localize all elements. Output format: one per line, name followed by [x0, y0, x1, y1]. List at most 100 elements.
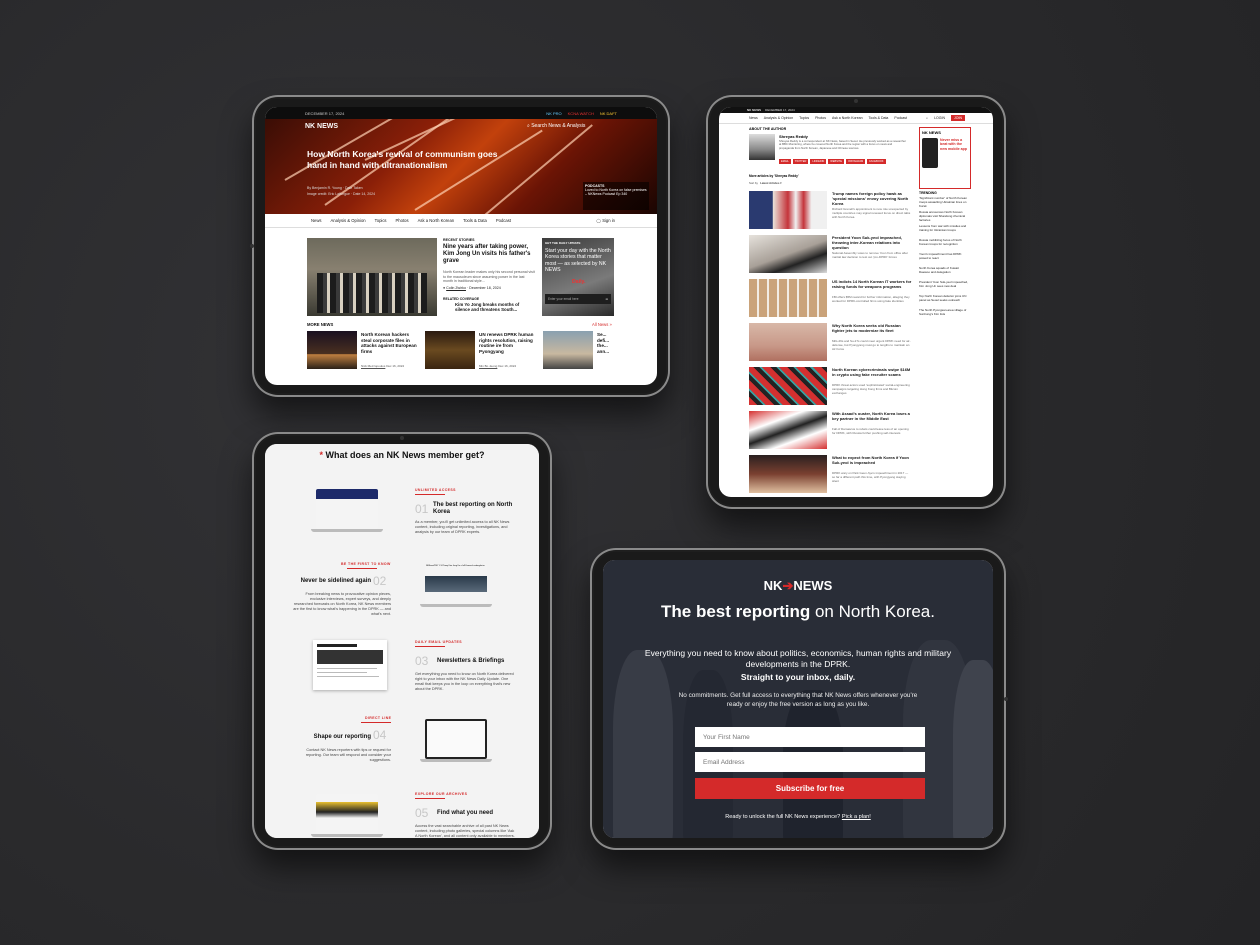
- email-field[interactable]: [695, 752, 925, 772]
- daily-update-promo[interactable]: GET THE DAILY UPDATE Start your day with…: [542, 238, 614, 316]
- facebook-button[interactable]: FACEBOOK: [867, 159, 886, 164]
- trending-item[interactable]: Yoon's impeachment has DPRK poised to re…: [919, 252, 969, 261]
- site-logo[interactable]: NK NEWS: [305, 123, 338, 130]
- article-title[interactable]: With Assad's ouster, North Korea loses a…: [832, 411, 912, 421]
- search-box[interactable]: ⌕ Search News & Analysis: [527, 123, 585, 129]
- kcna-watch-link[interactable]: KCNA WATCH: [568, 111, 594, 116]
- feature-kicker: BE THE FIRST TO KNOW: [341, 562, 391, 566]
- sort-control[interactable]: Sort by Latest Articles ▾: [749, 181, 782, 185]
- article-title[interactable]: What to expect from North Korea if Yoon …: [832, 455, 912, 465]
- nav-tools[interactable]: Tools & Data: [463, 218, 487, 223]
- feature-title: Shape our reporting: [313, 734, 371, 740]
- feature-desc: Access the vast searchable archive of al…: [415, 824, 515, 838]
- newsletter-line: [317, 668, 377, 669]
- all-news-link[interactable]: All News »: [592, 322, 612, 327]
- feature-desc: From breaking news to provocative opinio…: [293, 592, 391, 616]
- nav-tools[interactable]: Tools & Data: [869, 116, 889, 120]
- nav-photos[interactable]: Photos: [396, 218, 409, 223]
- nav-ask[interactable]: Ask a North Korean: [418, 218, 455, 223]
- site-logo[interactable]: NK NEWS: [747, 108, 761, 112]
- article-row[interactable]: What to expect from North Korea if Yoon …: [749, 455, 909, 493]
- camera-dot: [1004, 697, 1008, 701]
- nav-topics[interactable]: Topics: [375, 218, 387, 223]
- more-news-image-1[interactable]: [307, 331, 357, 369]
- more-news-image-3[interactable]: [543, 331, 593, 369]
- join-button[interactable]: JOIN: [951, 115, 965, 121]
- article-thumb: [749, 323, 827, 361]
- lead-story-image[interactable]: [307, 238, 437, 316]
- nav-news[interactable]: News: [311, 218, 321, 223]
- trending-item[interactable]: The North Pyongsan-area village of Sunhu…: [919, 308, 969, 317]
- hero-title[interactable]: How North Korea's revival of communism g…: [307, 149, 507, 171]
- login-link[interactable]: LOGIN: [934, 116, 945, 120]
- article-row[interactable]: Why North Korea seeks old Russian fighte…: [749, 323, 912, 361]
- more-news-author-2[interactable]: Min Bo Jeong: [479, 364, 497, 368]
- main-nav: News Analysis & Opinion Topics Photos As…: [265, 214, 657, 228]
- nav-news[interactable]: News: [749, 116, 758, 120]
- trending-item[interactable]: President Yoon Suk-yeol impeached, Kim J…: [919, 280, 969, 289]
- podcast-card[interactable]: PODCASTS Loved to North Korea on false p…: [583, 182, 649, 210]
- article-row[interactable]: Trump names foreign policy hawk as 'spec…: [749, 191, 912, 229]
- more-news-author-1[interactable]: Nick Mezzopoulos: [361, 364, 385, 368]
- membership-title: * What does an NK News member get?: [265, 450, 539, 460]
- website-button[interactable]: WEBSITE: [828, 159, 844, 164]
- lead-author[interactable]: Colin Zwirko: [446, 286, 466, 290]
- pick-plan-link[interactable]: Pick a plan!: [842, 814, 871, 820]
- promo-email-input[interactable]: Enter your email here ➔: [545, 294, 611, 304]
- first-name-field[interactable]: [695, 727, 925, 747]
- more-news-title-3[interactable]: Se... defi... the... ann...: [597, 332, 611, 362]
- article-title[interactable]: US indicts 14 North Korean IT workers fo…: [832, 279, 912, 289]
- article-row[interactable]: North Korean cybercriminals swipe $16M i…: [749, 367, 912, 405]
- nav-analysis[interactable]: Analysis & Opinion: [764, 116, 793, 120]
- related-title[interactable]: Kim Yo Jong breaks months of silence and…: [455, 302, 533, 313]
- site-logo[interactable]: NK➔NEWS: [603, 578, 993, 594]
- nav-analysis[interactable]: Analysis & Opinion: [330, 218, 365, 223]
- nkpro-link[interactable]: NK PRO: [546, 111, 561, 116]
- membership-screen: * What does an NK News member get? UNLIM…: [265, 444, 539, 838]
- article-thumb: [749, 455, 827, 493]
- main-nav: News Analysis & Opinion Topics Photos As…: [719, 113, 993, 124]
- nav-photos[interactable]: Photos: [815, 116, 826, 120]
- nav-podcast[interactable]: Podcast: [496, 218, 511, 223]
- more-news-image-2[interactable]: [425, 331, 475, 369]
- lead-title[interactable]: Nine years after taking power, Kim Jong …: [443, 244, 535, 266]
- twitter-button[interactable]: TWITTER: [792, 159, 809, 164]
- article-title[interactable]: North Korean cybercriminals swipe $16M i…: [832, 367, 912, 377]
- article-title[interactable]: Why North Korea seeks old Russian fighte…: [832, 323, 912, 333]
- linkedin-button[interactable]: LINKEDIN: [810, 159, 827, 164]
- article-title[interactable]: Trump names foreign policy hawk as 'spec…: [832, 191, 912, 206]
- article-row[interactable]: With Assad's ouster, North Korea loses a…: [749, 411, 912, 449]
- article-summary: DPRK threat actors used 'sophisticated' …: [832, 383, 910, 395]
- nav-ask[interactable]: Ask a North Korean: [832, 116, 863, 120]
- subscribe-button[interactable]: Subscribe for free: [695, 778, 925, 799]
- search-icon[interactable]: ⌕: [926, 116, 928, 120]
- divider: [415, 798, 445, 799]
- trending-item[interactable]: Russia announces North Korean diplomats …: [919, 210, 969, 222]
- trending-item[interactable]: 'Significant number' of North Korean tro…: [919, 196, 969, 208]
- more-news-title-1[interactable]: North Korean hackers steal corporate fil…: [361, 332, 419, 354]
- trending-item[interactable]: Top North Korean defector joins UN panel…: [919, 294, 969, 303]
- hero-banner[interactable]: NK NEWS ⌕ Search News & Analysis How Nor…: [265, 119, 657, 214]
- signup-subhead-bold: Straight to your inbox, daily.: [740, 672, 856, 682]
- nkdaft-link[interactable]: NK DAFT: [600, 111, 617, 116]
- trending-item[interactable]: Lessons from war with missiles and train…: [919, 224, 969, 233]
- article-row[interactable]: US indicts 14 North Korean IT workers fo…: [749, 279, 912, 317]
- nav-podcast[interactable]: Podcast: [894, 116, 907, 120]
- lead-summary: North Korean leader makes only his secon…: [443, 270, 535, 284]
- trending-item[interactable]: Russia mobilizing focus of North Korean …: [919, 238, 969, 247]
- app-ad[interactable]: NK NEWS Never miss a beat with the new m…: [919, 127, 971, 189]
- lead-date: December 18, 2024: [469, 286, 501, 290]
- instagram-button[interactable]: INSTAGRAM: [845, 159, 866, 164]
- sign-in-link[interactable]: ◯ Sign in: [596, 218, 615, 223]
- trending-item[interactable]: North Korea squads of Kuwait Daewoo and …: [919, 266, 969, 275]
- membership-title-text: What does an NK News member get?: [325, 450, 485, 460]
- nav-topics[interactable]: Topics: [799, 116, 809, 120]
- article-title[interactable]: President Yoon Suk-yeol impeached, throw…: [832, 235, 912, 250]
- signup-note: No commitments. Get full access to every…: [678, 692, 918, 708]
- more-news-title-2[interactable]: UN renews DPRK human rights resolution, …: [479, 332, 537, 354]
- tablet-membership-page: * What does an NK News member get? UNLIM…: [252, 432, 552, 850]
- author-page-screen: NK NEWS DECEMBER 17, 2024 News Analysis …: [719, 107, 993, 497]
- sign-in-label: Sign in: [602, 218, 615, 223]
- article-row[interactable]: President Yoon Suk-yeol impeached, throw…: [749, 235, 909, 273]
- email-button[interactable]: EMAIL: [779, 159, 791, 164]
